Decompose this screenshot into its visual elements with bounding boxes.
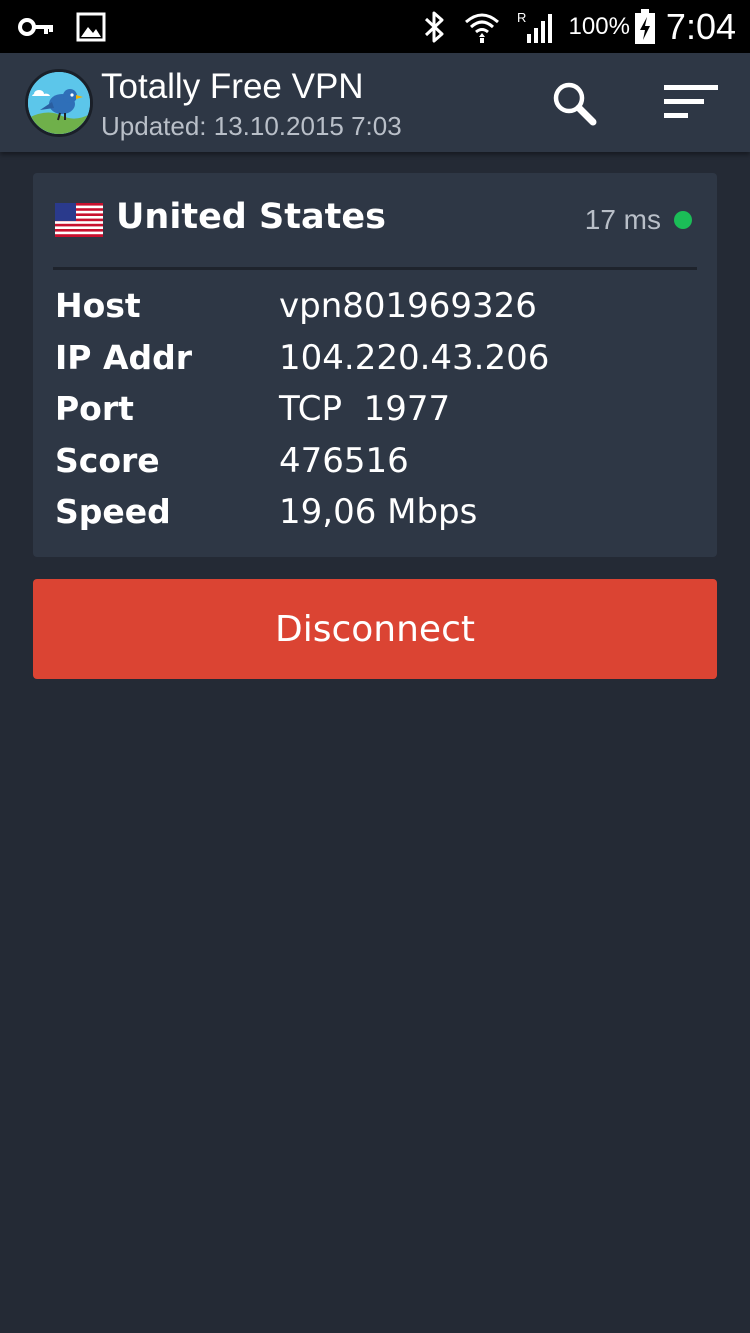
app-logo — [25, 69, 93, 137]
info-label: Score — [55, 441, 160, 480]
app-title: Totally Free VPN — [101, 67, 364, 106]
server-country: United States — [116, 197, 386, 237]
sort-menu-button[interactable] — [660, 79, 722, 129]
connection-status-dot — [674, 211, 692, 229]
info-row-ip: IP Addr 104.220.43.206 — [55, 338, 695, 388]
vpn-key-icon — [18, 17, 53, 36]
search-icon — [553, 82, 597, 126]
app-bar: Totally Free VPN Updated: 13.10.2015 7:0… — [0, 53, 750, 152]
info-value: 476516 — [279, 441, 409, 481]
battery-charging-icon — [634, 8, 655, 44]
info-row-port: Port TCP 1977 — [55, 389, 695, 439]
info-label: Port — [55, 389, 134, 428]
bird-logo-icon — [28, 72, 90, 134]
bluetooth-icon — [424, 11, 444, 42]
us-flag-icon — [55, 203, 103, 237]
last-updated-text: Updated: 13.10.2015 7:03 — [101, 111, 402, 141]
info-label: Host — [55, 286, 141, 325]
info-value: 104.220.43.206 — [279, 338, 550, 378]
info-value: TCP 1977 — [279, 389, 451, 429]
signal-icon: R — [517, 10, 552, 43]
svg-text:R: R — [517, 10, 526, 25]
info-row-speed: Speed 19,06 Mbps — [55, 492, 695, 542]
info-label: IP Addr — [55, 338, 193, 377]
server-ping: 17 ms — [584, 204, 661, 235]
info-label: Speed — [55, 492, 171, 531]
status-bar-right: R 100% 7:04 — [407, 6, 736, 48]
gallery-icon — [76, 12, 106, 41]
status-bar: R 100% 7:04 — [0, 0, 750, 53]
search-button[interactable] — [550, 79, 600, 129]
card-divider — [53, 267, 697, 270]
server-card: United States 17 ms Host vpn801969326 IP… — [33, 173, 717, 557]
status-bar-left — [18, 12, 128, 42]
info-value: 19,06 Mbps — [279, 492, 478, 532]
clock: 7:04 — [665, 5, 736, 47]
wifi-icon — [464, 13, 499, 43]
info-row-host: Host vpn801969326 — [55, 286, 695, 336]
info-value: vpn801969326 — [279, 286, 537, 326]
info-row-score: Score 476516 — [55, 441, 695, 491]
battery-percent: 100% — [568, 12, 630, 40]
disconnect-button[interactable]: Disconnect — [33, 579, 717, 679]
sort-menu-icon — [664, 85, 718, 118]
